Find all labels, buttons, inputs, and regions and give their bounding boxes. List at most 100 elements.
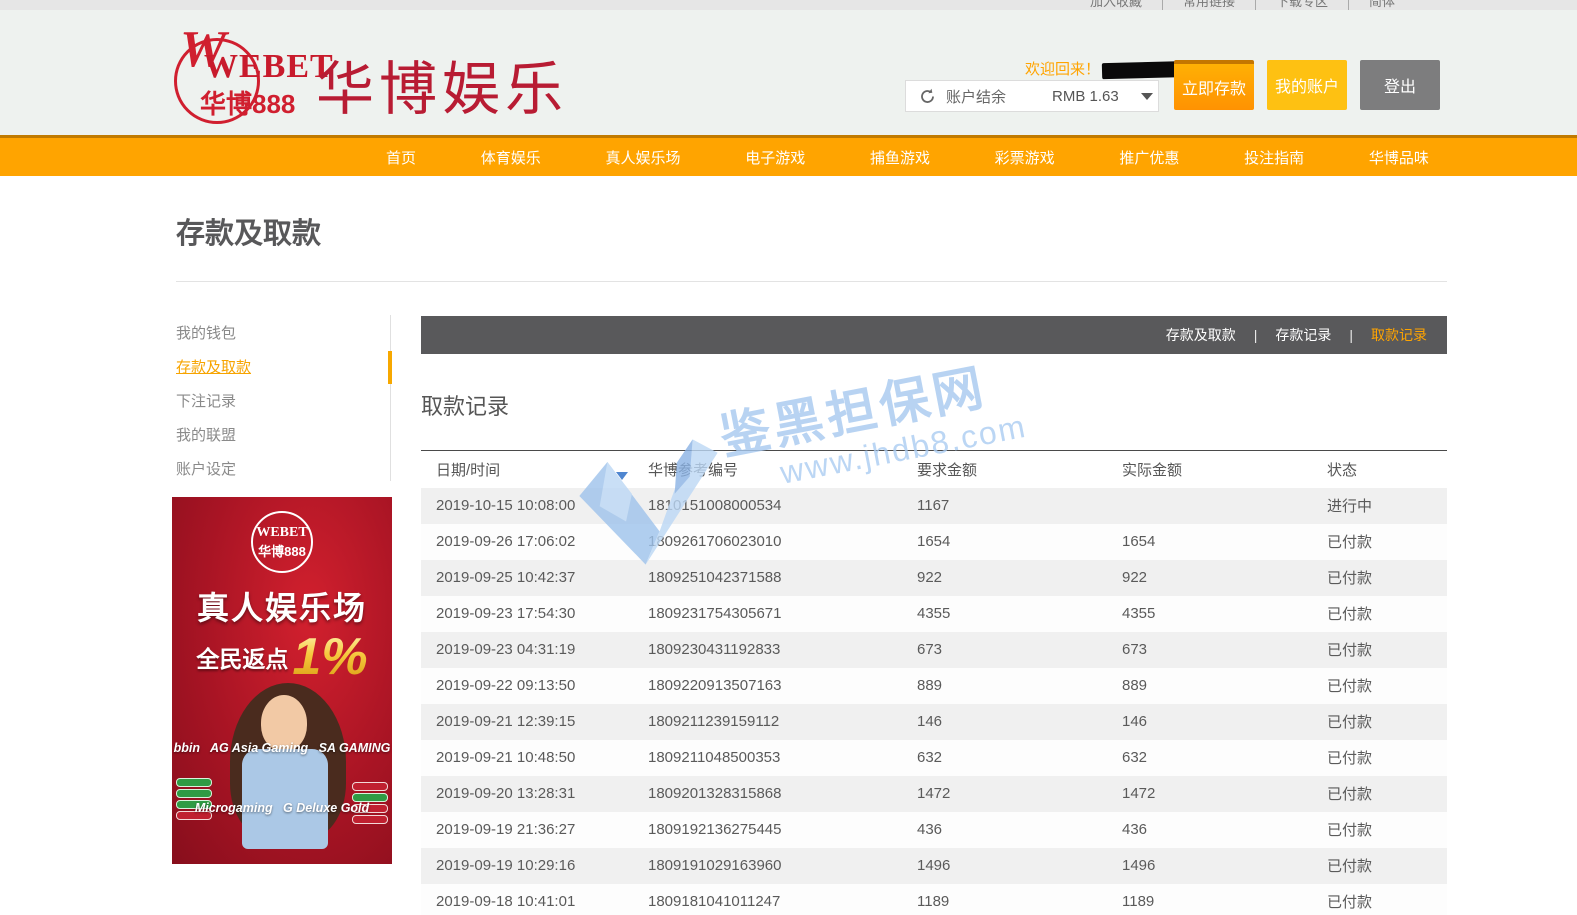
cell-status: 已付款	[1327, 560, 1447, 596]
nav-item[interactable]: 华博品味	[1361, 147, 1437, 168]
cell-actual: 1654	[1122, 524, 1327, 560]
cell-requested: 889	[917, 668, 1122, 704]
withdrawal-records-table: 日期/时间 华博参考编号 要求金额 实际金额 状态 2019-10-15 10:…	[421, 450, 1447, 915]
table-row[interactable]: 2019-09-22 09:13:50 1809220913507163 889…	[421, 668, 1447, 704]
nav-item[interactable]: 首页	[378, 147, 424, 168]
cell-status: 已付款	[1327, 848, 1447, 884]
logo-wordmark-sub: 华博888	[200, 84, 295, 121]
nav-item[interactable]: 彩票游戏	[987, 147, 1063, 168]
records-tab-bar: 存款及取款| 存款记录| 取款记录	[421, 316, 1447, 354]
caret-down-icon	[1141, 93, 1153, 100]
welcome-text: 欢迎回来！	[1025, 61, 1100, 78]
sidebar-item[interactable]: 账户设定	[176, 456, 386, 490]
account-balance-selector[interactable]: 账户结余 RMB 1.63	[905, 80, 1159, 112]
top-utility-bar: 加入收藏 常用链接 下载专区 简体	[0, 0, 1577, 10]
table-row[interactable]: 2019-09-19 21:36:27 1809192136275445 436…	[421, 812, 1447, 848]
banner-headline: 真人娱乐场	[172, 583, 392, 629]
top-link[interactable]: 加入收藏	[1070, 0, 1163, 10]
table-row[interactable]: 2019-09-20 13:28:31 1809201328315868 147…	[421, 776, 1447, 812]
cell-ref: 1809220913507163	[648, 668, 917, 704]
cell-actual: 436	[1122, 812, 1327, 848]
site-header: W WEBET 华博888 华博娱乐 欢迎回来！ 账户结余 RMB 1.63 立…	[0, 10, 1577, 135]
table-row[interactable]: 2019-09-23 17:54:30 1809231754305671 435…	[421, 596, 1447, 632]
top-links: 加入收藏 常用链接 下载专区 简体	[1070, 0, 1415, 10]
records-tab[interactable]: 存款记录	[1273, 325, 1333, 345]
nav-item[interactable]: 真人娱乐场	[597, 147, 688, 168]
cell-datetime: 2019-09-23 04:31:19	[421, 632, 648, 668]
nav-item[interactable]: 捕鱼游戏	[862, 147, 938, 168]
sidebar-item[interactable]: 存款及取款	[176, 354, 386, 388]
account-sidebar: 我的钱包 存款及取款 下注记录 我的联盟 账户设定	[176, 320, 386, 490]
top-link[interactable]: 下载专区	[1256, 0, 1349, 10]
sidebar-item[interactable]: 我的联盟	[176, 422, 386, 456]
sidebar-divider	[390, 315, 391, 481]
nav-item[interactable]: 体育娱乐	[473, 147, 549, 168]
table-row[interactable]: 2019-09-25 10:42:37 1809251042371588 922…	[421, 560, 1447, 596]
page-title: 存款及取款	[176, 210, 321, 252]
sidebar-item[interactable]: 下注记录	[176, 388, 386, 422]
cell-ref: 1810151008000534	[648, 488, 917, 524]
cell-requested: 1167	[917, 488, 1122, 524]
sort-desc-icon[interactable]	[616, 472, 628, 480]
table-row[interactable]: 2019-10-15 10:08:00 1810151008000534 116…	[421, 488, 1447, 524]
column-header-datetime[interactable]: 日期/时间	[421, 451, 648, 488]
logout-button[interactable]: 登出	[1360, 60, 1440, 110]
nav-item[interactable]: 投注指南	[1236, 147, 1312, 168]
records-tab[interactable]: 取款记录	[1369, 325, 1429, 345]
table-row[interactable]: 2019-09-21 10:48:50 1809211048500353 632…	[421, 740, 1447, 776]
cell-ref: 1809201328315868	[648, 776, 917, 812]
refresh-icon[interactable]	[919, 88, 936, 105]
column-header-requested[interactable]: 要求金额	[917, 451, 1122, 488]
top-link[interactable]: 简体	[1349, 0, 1415, 10]
cell-status: 已付款	[1327, 884, 1447, 915]
cell-ref: 1809230431192833	[648, 632, 917, 668]
table-row[interactable]: 2019-09-21 12:39:15 1809211239159112 146…	[421, 704, 1447, 740]
top-link[interactable]: 常用链接	[1163, 0, 1256, 10]
column-header-actual[interactable]: 实际金额	[1122, 451, 1327, 488]
sidebar-item[interactable]: 我的钱包	[176, 320, 386, 354]
cell-ref: 1809211239159112	[648, 704, 917, 740]
cell-requested: 436	[917, 812, 1122, 848]
balance-label: 账户结余	[946, 86, 1006, 107]
cell-actual: 889	[1122, 668, 1327, 704]
nav-item[interactable]: 推广优惠	[1111, 147, 1187, 168]
banner-subrow: 全民返点 1%	[172, 631, 392, 683]
nav-item[interactable]: 电子游戏	[737, 147, 813, 168]
banner-brands-row2: Microgaming G Deluxe Gold	[172, 798, 392, 818]
table-row[interactable]: 2019-09-19 10:29:16 1809191029163960 149…	[421, 848, 1447, 884]
column-header-ref[interactable]: 华博参考编号	[648, 451, 917, 488]
cell-datetime: 2019-09-19 21:36:27	[421, 812, 648, 848]
cell-actual: 4355	[1122, 596, 1327, 632]
title-divider	[176, 281, 1447, 282]
banner-provider-logos: bbin AG Asia Gaming SA GAMING Microgamin…	[172, 698, 392, 858]
table-row[interactable]: 2019-09-18 10:41:01 1809181041011247 118…	[421, 884, 1447, 915]
banner-percent: 1%	[292, 631, 367, 683]
cell-ref: 1809231754305671	[648, 596, 917, 632]
records-tab[interactable]: 存款及取款	[1164, 325, 1238, 345]
site-logo[interactable]: W WEBET 华博888 华博娱乐	[170, 24, 590, 128]
cell-ref: 1809192136275445	[648, 812, 917, 848]
cell-datetime: 2019-09-18 10:41:01	[421, 884, 648, 915]
column-header-status[interactable]: 状态	[1327, 451, 1447, 488]
cell-requested: 1496	[917, 848, 1122, 884]
cell-status: 已付款	[1327, 704, 1447, 740]
cell-actual: 673	[1122, 632, 1327, 668]
cell-ref: 1809261706023010	[648, 524, 917, 560]
main-nav-items: 首页 体育娱乐 真人娱乐场 电子游戏 捕鱼游戏 彩票游戏 推广优惠 投注指南 华…	[378, 138, 1437, 176]
cell-datetime: 2019-09-20 13:28:31	[421, 776, 648, 812]
my-account-button[interactable]: 我的账户	[1267, 60, 1347, 110]
promo-banner[interactable]: WEBET 华博888 真人娱乐场 全民返点 1% bbin AG Asia G…	[172, 497, 392, 864]
section-title: 取款记录	[421, 389, 509, 421]
banner-brands-row1: bbin AG Asia Gaming SA GAMING	[172, 738, 392, 758]
sidebar-active-indicator	[388, 351, 392, 384]
cell-status: 已付款	[1327, 776, 1447, 812]
cell-requested: 673	[917, 632, 1122, 668]
tab-separator: |	[1254, 327, 1258, 343]
cell-datetime: 2019-09-23 17:54:30	[421, 596, 648, 632]
cell-actual	[1122, 488, 1327, 524]
deposit-now-button[interactable]: 立即存款	[1174, 60, 1254, 110]
table-row[interactable]: 2019-09-26 17:06:02 1809261706023010 165…	[421, 524, 1447, 560]
cell-requested: 1472	[917, 776, 1122, 812]
table-row[interactable]: 2019-09-23 04:31:19 1809230431192833 673…	[421, 632, 1447, 668]
cell-datetime: 2019-09-25 10:42:37	[421, 560, 648, 596]
